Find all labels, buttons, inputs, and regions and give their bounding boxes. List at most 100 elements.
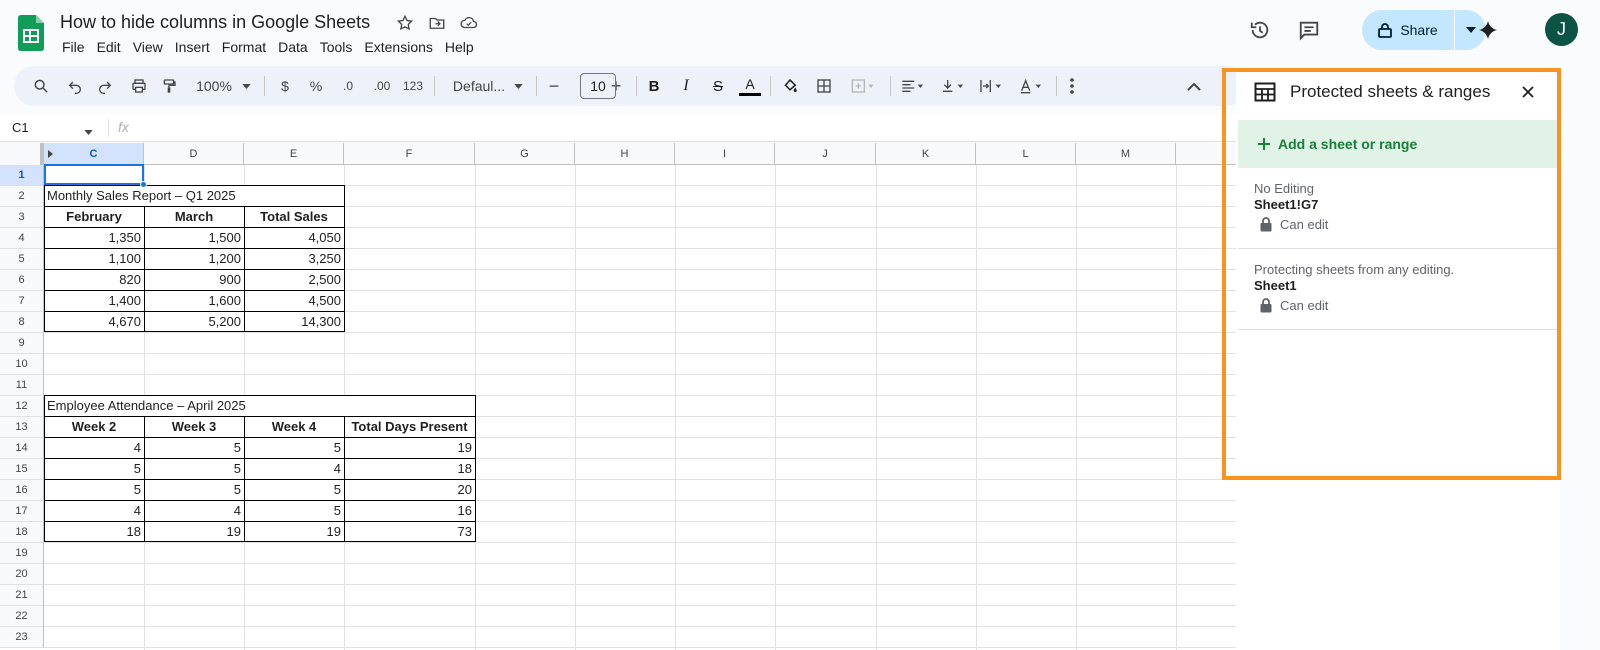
table-cell[interactable]: 900 xyxy=(144,269,244,290)
table-cell[interactable]: 18 xyxy=(344,458,475,479)
text-rotation-icon[interactable] xyxy=(1016,66,1046,106)
paint-format-icon[interactable] xyxy=(156,66,182,106)
table-cell[interactable]: 4 xyxy=(44,437,144,458)
undo-icon[interactable] xyxy=(62,66,88,106)
row-header[interactable]: 3 xyxy=(0,207,44,228)
row-header[interactable]: 15 xyxy=(0,459,44,480)
vertical-align-icon[interactable] xyxy=(938,66,968,106)
row-header[interactable]: 9 xyxy=(0,333,44,354)
menu-view[interactable]: View xyxy=(127,37,169,57)
table-cell[interactable]: 5 xyxy=(144,458,244,479)
menu-help[interactable]: Help xyxy=(439,37,480,57)
table-cell[interactable]: 5 xyxy=(244,479,344,500)
table-cell[interactable]: 1,400 xyxy=(44,290,144,311)
row-header[interactable]: 16 xyxy=(0,480,44,501)
row-header[interactable]: 1 xyxy=(0,165,44,186)
borders-icon[interactable] xyxy=(812,66,836,106)
table-cell[interactable]: 4,670 xyxy=(44,311,144,332)
font-caret-icon[interactable] xyxy=(512,66,524,106)
table-cell[interactable]: 4,050 xyxy=(244,227,344,248)
search-menus-icon[interactable] xyxy=(28,66,54,106)
comments-icon[interactable] xyxy=(1297,18,1321,42)
column-header-h[interactable]: H xyxy=(575,143,675,165)
menu-tools[interactable]: Tools xyxy=(314,37,359,57)
sheets-logo-icon[interactable] xyxy=(18,15,44,51)
account-avatar[interactable]: J xyxy=(1545,13,1578,46)
row-header[interactable]: 8 xyxy=(0,312,44,333)
share-button[interactable]: Share xyxy=(1362,10,1454,50)
spreadsheet-grid[interactable]: C D E F G H I J K L M 1 2 3 4 5 6 7 8 9 … xyxy=(0,143,1240,650)
column-header-k[interactable]: K xyxy=(876,143,976,165)
column-header-e[interactable]: E xyxy=(244,143,344,165)
row-header[interactable]: 2 xyxy=(0,186,44,207)
column-header-g[interactable]: G xyxy=(475,143,575,165)
table-cell[interactable]: 2,500 xyxy=(244,269,344,290)
column-header-m[interactable]: M xyxy=(1076,143,1176,165)
column-header-c[interactable]: C xyxy=(44,143,144,165)
table-cell[interactable]: 5,200 xyxy=(144,311,244,332)
table-cell[interactable]: 19 xyxy=(144,521,244,542)
table-header-cell[interactable]: Week 4 xyxy=(244,416,344,437)
row-header[interactable]: 19 xyxy=(0,543,44,564)
text-color-button[interactable]: A xyxy=(738,66,762,106)
table-cell[interactable]: 18 xyxy=(44,521,144,542)
table-cell[interactable]: 19 xyxy=(344,437,475,458)
table-cell[interactable]: 4,500 xyxy=(244,290,344,311)
column-header-f[interactable]: F xyxy=(344,143,475,165)
font-size-input[interactable]: 10 xyxy=(580,73,616,99)
table-cell[interactable]: 16 xyxy=(344,500,475,521)
menu-edit[interactable]: Edit xyxy=(91,37,127,57)
row-header[interactable]: 4 xyxy=(0,228,44,249)
table-header-cell[interactable]: Total Days Present xyxy=(344,416,475,437)
row-header[interactable]: 23 xyxy=(0,627,44,648)
decrease-font-size-button[interactable]: − xyxy=(544,66,564,106)
gemini-sparkle-icon[interactable] xyxy=(1476,18,1500,42)
column-header-j[interactable]: J xyxy=(775,143,876,165)
table-cell[interactable]: 5 xyxy=(244,437,344,458)
increase-decimal-button[interactable]: .00 xyxy=(368,66,396,106)
table-cell[interactable]: 4 xyxy=(244,458,344,479)
attendance-table-title[interactable]: Employee Attendance – April 2025 xyxy=(44,395,474,416)
row-header[interactable]: 7 xyxy=(0,291,44,312)
table-header-cell[interactable]: Week 3 xyxy=(144,416,244,437)
strikethrough-button[interactable]: S xyxy=(708,66,728,106)
bold-button[interactable]: B xyxy=(644,66,664,106)
zoom-caret-icon[interactable] xyxy=(240,66,252,106)
row-header[interactable]: 10 xyxy=(0,354,44,375)
row-header[interactable]: 17 xyxy=(0,501,44,522)
print-icon[interactable] xyxy=(126,66,152,106)
row-header[interactable]: 11 xyxy=(0,375,44,396)
menu-insert[interactable]: Insert xyxy=(169,37,216,57)
table-header-cell[interactable]: March xyxy=(144,206,244,227)
table-cell[interactable]: 5 xyxy=(144,479,244,500)
row-header[interactable]: 13 xyxy=(0,417,44,438)
table-cell[interactable]: 20 xyxy=(344,479,475,500)
active-cell-selection[interactable] xyxy=(44,164,144,185)
row-header[interactable]: 18 xyxy=(0,522,44,543)
table-cell[interactable]: 5 xyxy=(44,458,144,479)
column-header-l[interactable]: L xyxy=(976,143,1076,165)
table-cell[interactable]: 1,350 xyxy=(44,227,144,248)
redo-icon[interactable] xyxy=(92,66,118,106)
row-header[interactable]: 14 xyxy=(0,438,44,459)
number-format-button[interactable]: 123 xyxy=(400,66,426,106)
row-header[interactable]: 20 xyxy=(0,564,44,585)
fill-color-icon[interactable] xyxy=(778,66,802,106)
menu-file[interactable]: File xyxy=(56,37,91,57)
table-cell[interactable]: 3,250 xyxy=(244,248,344,269)
menu-data[interactable]: Data xyxy=(272,37,314,57)
table-cell[interactable]: 5 xyxy=(144,437,244,458)
move-folder-icon[interactable] xyxy=(426,12,448,34)
row-header[interactable]: 21 xyxy=(0,585,44,606)
table-cell[interactable]: 4 xyxy=(44,500,144,521)
table-cell[interactable]: 5 xyxy=(244,500,344,521)
row-header[interactable]: 22 xyxy=(0,606,44,627)
row-header[interactable]: 5 xyxy=(0,249,44,270)
menu-extensions[interactable]: Extensions xyxy=(358,37,438,57)
decrease-decimal-button[interactable]: .0 xyxy=(336,66,360,106)
zoom-select[interactable]: 100% xyxy=(190,66,238,106)
sales-table-title[interactable]: Monthly Sales Report – Q1 2025 xyxy=(44,185,344,206)
table-cell[interactable]: 1,200 xyxy=(144,248,244,269)
table-header-cell[interactable]: Week 2 xyxy=(44,416,144,437)
table-cell[interactable]: 820 xyxy=(44,269,144,290)
